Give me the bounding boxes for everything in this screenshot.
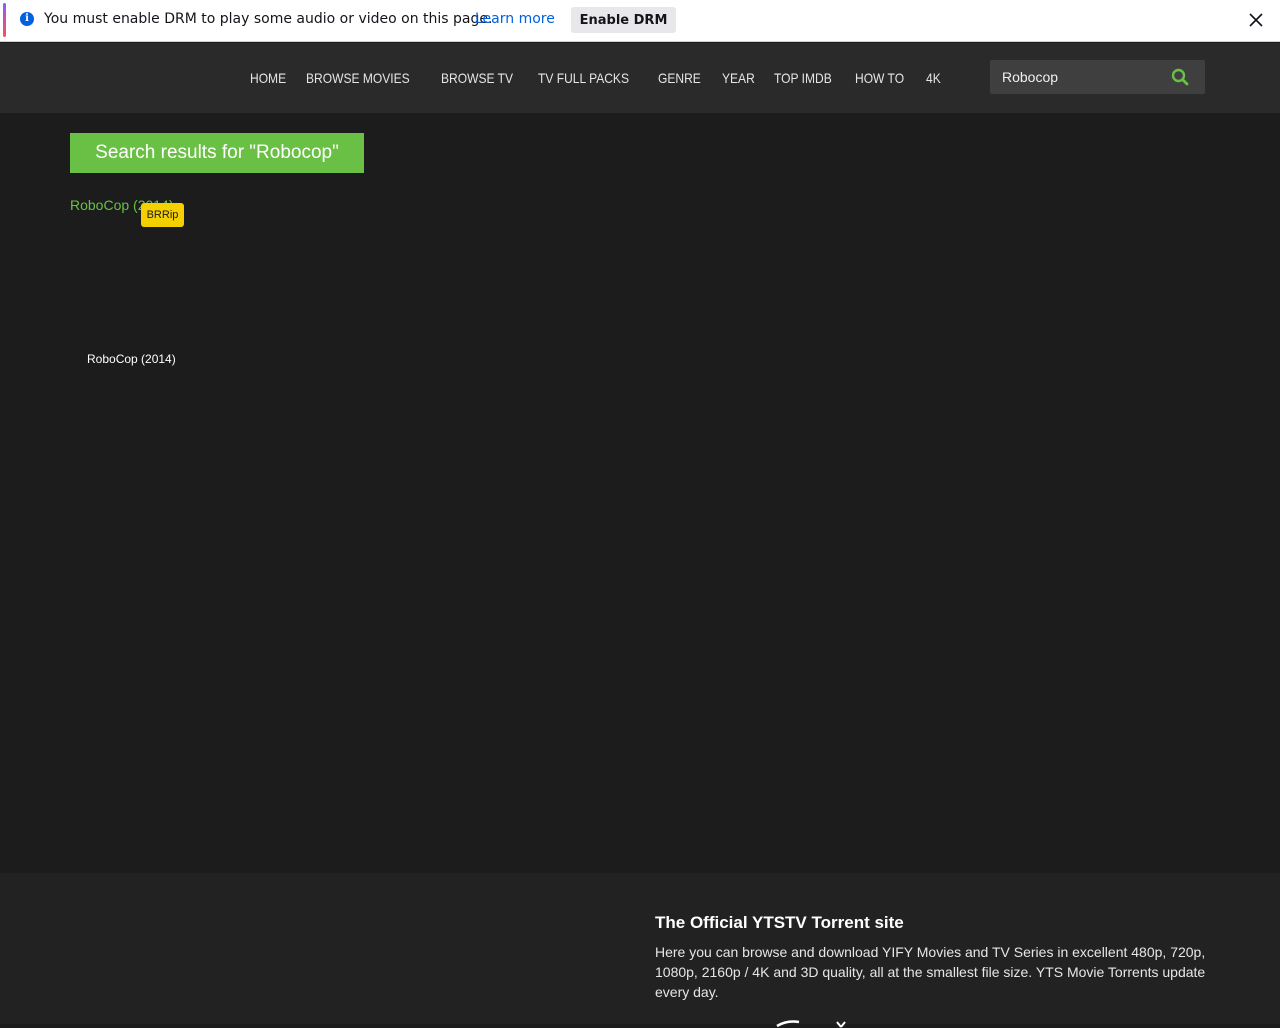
footer-logo-icon	[776, 1020, 846, 1028]
site-header: HOME BROWSE MOVIES BROWSE TV TV FULL PAC…	[0, 43, 1280, 113]
nav-home[interactable]: HOME	[250, 70, 286, 90]
search-box	[990, 60, 1205, 94]
nav-year[interactable]: YEAR	[722, 70, 755, 90]
enable-drm-button[interactable]: Enable DRM	[571, 7, 676, 33]
nav-top-imdb[interactable]: TOP IMDB	[774, 70, 832, 90]
main-nav: HOME BROWSE MOVIES BROWSE TV TV FULL PAC…	[250, 70, 943, 90]
nav-genre[interactable]: GENRE	[658, 70, 701, 90]
learn-more-link[interactable]: Learn more	[475, 11, 555, 27]
drm-notification-bar: i You must enable DRM to play some audio…	[0, 0, 1280, 42]
nav-browse-movies[interactable]: BROWSE MOVIES	[306, 70, 410, 90]
result-caption[interactable]: RoboCop (2014)	[87, 352, 176, 366]
drm-message: You must enable DRM to play some audio o…	[44, 11, 493, 27]
nav-tv-full-packs[interactable]: TV FULL PACKS	[538, 70, 629, 90]
site-footer: The Official YTSTV Torrent site Here you…	[0, 873, 1280, 1028]
footer-heading: The Official YTSTV Torrent site	[655, 913, 904, 932]
notification-accent	[3, 3, 6, 37]
nav-how-to[interactable]: HOW TO	[855, 70, 904, 90]
nav-4k[interactable]: 4K	[926, 70, 941, 90]
footer-description: Here you can browse and download YIFY Mo…	[655, 944, 1206, 1000]
search-results-title: Search results for "Robocop"	[70, 133, 364, 173]
nav-browse-tv[interactable]: BROWSE TV	[441, 70, 513, 90]
search-input[interactable]	[990, 60, 1184, 94]
search-icon[interactable]	[1170, 67, 1190, 87]
info-icon: i	[20, 12, 34, 26]
close-icon[interactable]	[1246, 10, 1266, 30]
quality-badge: BRRip	[141, 203, 184, 227]
